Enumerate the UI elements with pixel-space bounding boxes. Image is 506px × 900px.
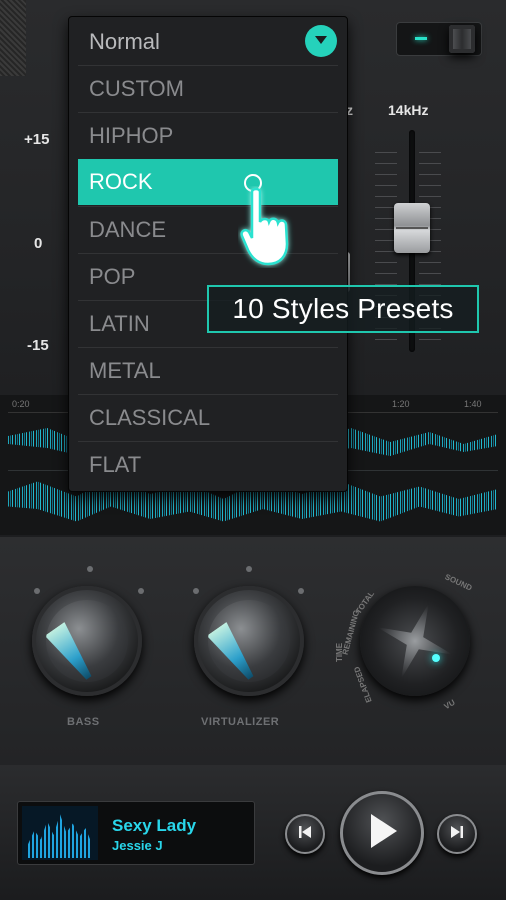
virtualizer-label: VIRTUALIZER [201, 716, 280, 728]
now-playing-card[interactable]: Sexy Lady Jessie J [17, 801, 255, 865]
skip-next-icon [448, 823, 466, 846]
track-title: Sexy Lady [112, 816, 197, 835]
texture-corner [0, 0, 26, 76]
track-artist: Jessie J [112, 838, 163, 853]
play-icon [365, 812, 399, 855]
play-button[interactable] [340, 791, 424, 875]
virtualizer-knob-indicator [208, 620, 263, 682]
scale-label-top: +15 [24, 131, 50, 148]
pointing-hand-icon [238, 186, 302, 268]
knob-marker-dot [34, 588, 40, 594]
knob-marker-dot [193, 588, 199, 594]
band-label-14khz: 14kHz [388, 102, 429, 118]
preset-dropdown[interactable]: Normal CUSTOM HIPHOP ROCK DANCE POP LATI… [68, 16, 348, 492]
preset-dropdown-header[interactable]: Normal [69, 17, 347, 65]
next-button[interactable] [437, 814, 477, 854]
chevron-down-icon [314, 32, 328, 50]
knob-marker-dot [298, 588, 304, 594]
band-14khz-slider-thumb[interactable] [394, 203, 430, 253]
toggle-knob[interactable] [449, 25, 475, 53]
knob-marker-dot [87, 566, 93, 572]
previous-button[interactable] [285, 814, 325, 854]
timeline-tick: 1:20 [392, 399, 410, 409]
vu-dial-label: TIME [335, 642, 345, 663]
vu-mode-dial[interactable] [360, 586, 470, 696]
scale-label-mid: 0 [34, 235, 43, 252]
bass-knob-indicator [46, 620, 101, 682]
presets-callout: 10 Styles Presets [207, 285, 479, 333]
current-preset-label: Normal [89, 29, 160, 54]
bass-label: BASS [67, 716, 100, 728]
album-art-visualizer [22, 806, 98, 860]
preset-option-metal[interactable]: METAL [78, 347, 338, 393]
vu-dial-face [364, 590, 467, 693]
bass-knob-face [46, 600, 128, 682]
preset-option-flat[interactable]: FLAT [78, 441, 338, 487]
eq-power-toggle[interactable] [396, 22, 482, 56]
spectrum-bars [28, 814, 92, 858]
timeline-tick: 1:40 [464, 399, 482, 409]
knob-marker-dot [138, 588, 144, 594]
toggle-led-indicator [415, 37, 427, 40]
virtualizer-knob[interactable] [194, 586, 304, 696]
scale-label-bottom: -15 [27, 337, 49, 354]
bass-knob[interactable] [32, 586, 142, 696]
vu-dial-led [432, 654, 440, 662]
preset-option-custom[interactable]: CUSTOM [78, 65, 338, 111]
preset-option-classical[interactable]: CLASSICAL [78, 394, 338, 440]
dropdown-toggle-button[interactable] [305, 25, 337, 57]
timeline-tick: 0:20 [12, 399, 30, 409]
skip-previous-icon [296, 823, 314, 846]
preset-option-hiphop[interactable]: HIPHOP [78, 112, 338, 158]
knob-marker-dot [246, 566, 252, 572]
virtualizer-knob-face [208, 600, 290, 682]
